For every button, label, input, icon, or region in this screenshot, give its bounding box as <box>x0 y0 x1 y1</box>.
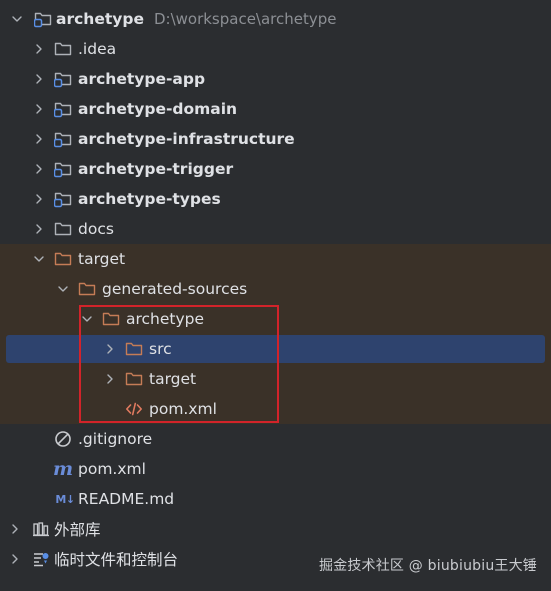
tree-node-label: target <box>149 370 197 388</box>
excluded-folder-icon <box>78 280 96 298</box>
tree-node-generated-sources[interactable]: generated-sources <box>0 274 551 304</box>
tree-node-label: 临时文件和控制台 <box>54 551 179 569</box>
tree-node-label: 外部库 <box>54 521 101 539</box>
excluded-folder-icon <box>125 370 143 388</box>
tree-node-target[interactable]: target <box>0 244 551 274</box>
tree-node-target-inner[interactable]: target <box>0 364 551 394</box>
module-folder-icon <box>34 10 52 28</box>
excluded-folder-icon <box>102 310 120 328</box>
chevron-down-icon[interactable] <box>32 252 46 266</box>
tree-node-src[interactable]: src <box>6 335 545 363</box>
chevron-right-icon[interactable] <box>32 42 46 56</box>
chevron-down-icon[interactable] <box>56 282 70 296</box>
chevron-right-icon[interactable] <box>103 372 117 386</box>
markdown-icon: M↓ <box>55 492 75 506</box>
module-folder-icon <box>54 130 72 148</box>
chevron-right-icon[interactable] <box>32 162 46 176</box>
tree-node-archetype-trigger[interactable]: archetype-trigger <box>0 154 551 184</box>
tree-node-label: archetype-app <box>78 70 206 88</box>
tree-node-archetype-app[interactable]: archetype-app <box>0 64 551 94</box>
chevron-right-icon[interactable] <box>103 342 117 356</box>
project-tree: archetype D:\workspace\archetype .idea a… <box>0 4 551 574</box>
gitignore-icon <box>54 430 72 448</box>
maven-icon: m <box>52 458 74 480</box>
tree-node-label: .idea <box>78 40 117 58</box>
chevron-down-icon[interactable] <box>10 12 24 26</box>
excluded-folder-icon <box>125 340 143 358</box>
tree-node-label: README.md <box>78 490 175 508</box>
module-folder-icon <box>54 190 72 208</box>
tree-node-archetype-generated[interactable]: archetype <box>0 304 551 334</box>
chevron-right-icon[interactable] <box>32 102 46 116</box>
module-folder-icon <box>54 160 72 178</box>
scratches-icon <box>32 550 50 568</box>
chevron-right-icon[interactable] <box>32 192 46 206</box>
module-folder-icon <box>54 100 72 118</box>
watermark: 掘金技术社区 @ biubiubiu王大锤 <box>318 558 537 574</box>
folder-icon <box>54 220 72 238</box>
tree-node-archetype-domain[interactable]: archetype-domain <box>0 94 551 124</box>
tree-node-label: .gitignore <box>78 430 153 448</box>
tree-node-readme[interactable]: M↓ README.md <box>0 484 551 514</box>
tree-node-label: archetype-types <box>78 190 221 208</box>
tree-node-label: archetype-infrastructure <box>78 130 295 148</box>
tree-node-label: archetype <box>126 310 205 328</box>
tree-node-label: pom.xml <box>78 460 146 478</box>
chevron-right-icon[interactable] <box>8 552 22 566</box>
tree-node-gitignore[interactable]: .gitignore <box>0 424 551 454</box>
tree-node-pom-inner[interactable]: pom.xml <box>0 394 551 424</box>
root-label: archetype <box>56 10 144 28</box>
tree-node-label: archetype-trigger <box>78 160 234 178</box>
tree-node-label: docs <box>78 220 114 238</box>
xml-icon <box>125 400 143 418</box>
tree-node-idea[interactable]: .idea <box>0 34 551 64</box>
tree-node-archetype-infrastructure[interactable]: archetype-infrastructure <box>0 124 551 154</box>
libraries-icon <box>32 520 50 538</box>
tree-node-pom[interactable]: m pom.xml <box>0 454 551 484</box>
tree-node-label: pom.xml <box>149 400 217 418</box>
tree-node-label: target <box>78 250 126 268</box>
chevron-right-icon[interactable] <box>32 72 46 86</box>
tree-node-root[interactable]: archetype D:\workspace\archetype <box>0 4 551 34</box>
chevron-right-icon[interactable] <box>32 132 46 146</box>
tree-node-label: archetype-domain <box>78 100 238 118</box>
chevron-right-icon[interactable] <box>32 222 46 236</box>
module-folder-icon <box>54 70 72 88</box>
tree-node-docs[interactable]: docs <box>0 214 551 244</box>
folder-icon <box>54 40 72 58</box>
tree-node-archetype-types[interactable]: archetype-types <box>0 184 551 214</box>
excluded-folder-icon <box>54 250 72 268</box>
tree-node-external-libraries[interactable]: 外部库 <box>0 514 551 544</box>
tree-node-label: src <box>149 340 172 358</box>
chevron-right-icon[interactable] <box>8 522 22 536</box>
tree-row-wrapper-src: src <box>0 334 551 364</box>
tree-node-label: generated-sources <box>102 280 248 298</box>
root-path: D:\workspace\archetype <box>153 10 337 28</box>
chevron-down-icon[interactable] <box>80 312 94 326</box>
